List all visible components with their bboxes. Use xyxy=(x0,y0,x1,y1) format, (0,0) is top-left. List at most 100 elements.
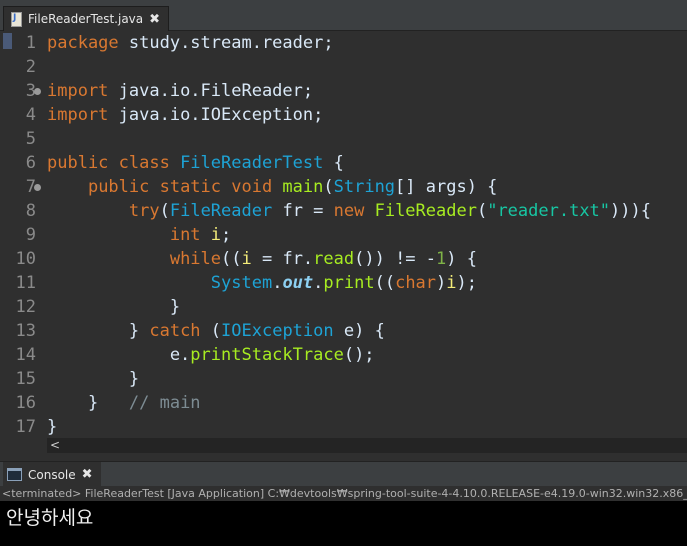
code-text: package study.stream.reader; xyxy=(47,31,334,55)
scroll-left-icon[interactable]: < xyxy=(50,438,60,453)
code-line: 16 } // main xyxy=(0,391,687,415)
code-line: 8 try(FileReader fr = new FileReader("re… xyxy=(0,199,687,223)
code-editor[interactable]: 1 package study.stream.reader; 2 3 import ja… xyxy=(0,31,687,438)
code-token: e) { xyxy=(333,321,385,341)
code-line: 17} xyxy=(0,415,687,438)
code-text: } catch (IOException e) { xyxy=(47,319,385,343)
code-text: int i; xyxy=(47,223,231,247)
code-token: char xyxy=(395,273,437,293)
fold-icon[interactable] xyxy=(34,88,41,95)
code-line: 9 int i; xyxy=(0,223,687,247)
code-token: try xyxy=(128,201,160,221)
line-number: 1 xyxy=(25,33,36,53)
code-token: 1 xyxy=(436,249,447,269)
tab-label: FileReaderTest.java xyxy=(28,12,144,26)
code-token: read xyxy=(313,249,355,269)
line-number: 8 xyxy=(25,201,36,221)
console-output-text: 안녕하세요 xyxy=(6,507,94,529)
line-number: 10 xyxy=(15,249,36,269)
code-token: String xyxy=(333,177,396,197)
console-tab-label: Console xyxy=(28,467,76,482)
code-text: } // main xyxy=(47,391,201,415)
code-token: . xyxy=(272,273,283,293)
console-status: <terminated> FileReaderTest [Java Applic… xyxy=(0,486,687,501)
console-output[interactable]: 안녕하세요 xyxy=(0,501,687,546)
code-token: e. xyxy=(47,345,191,365)
line-number: 9 xyxy=(25,225,36,245)
line-number: 13 xyxy=(15,321,36,341)
line-number: 17 xyxy=(15,417,36,437)
code-text: public static void main(String[] args) { xyxy=(47,175,497,199)
line-number: 15 xyxy=(15,369,36,389)
close-icon[interactable]: ✖ xyxy=(149,12,160,27)
line-number: 5 xyxy=(25,129,36,149)
code-token: ) { xyxy=(446,249,477,269)
line-number: 16 xyxy=(15,393,36,413)
code-token: public class xyxy=(47,153,181,173)
code-token: FileReader xyxy=(169,201,273,221)
code-text: try(FileReader fr = new FileReader("read… xyxy=(47,199,651,223)
console-tab-bar: Console ✖ xyxy=(0,461,687,487)
code-token: } xyxy=(47,321,150,341)
code-token: (); xyxy=(343,345,375,365)
code-token: import xyxy=(47,81,109,101)
code-token: FileReaderTest xyxy=(180,153,324,173)
code-text: e.printStackTrace(); xyxy=(47,343,375,367)
code-token: } xyxy=(47,417,58,437)
code-line: 13 } catch (IOException e) { xyxy=(0,319,687,343)
code-token: (( xyxy=(374,273,396,293)
code-token: main xyxy=(282,177,324,197)
code-line: 11 System.out.print((char)i); xyxy=(0,271,687,295)
code-line: 15 } xyxy=(0,367,687,391)
code-token: import xyxy=(47,105,109,125)
code-token: } xyxy=(47,297,181,317)
code-text: } xyxy=(47,415,57,438)
code-text: public class FileReaderTest { xyxy=(47,151,344,175)
code-text: import java.io.FileReader; xyxy=(47,79,313,103)
code-line: 5 xyxy=(0,127,687,151)
code-token: System xyxy=(210,273,273,293)
code-text: } xyxy=(47,367,139,391)
code-token: = fr. xyxy=(251,249,314,269)
tab-filereadertest[interactable]: FileReaderTest.java ✖ xyxy=(3,6,170,31)
code-token: ) xyxy=(436,273,447,293)
fold-icon[interactable] xyxy=(34,184,41,191)
code-token: i xyxy=(446,273,457,293)
code-token: public static void xyxy=(87,177,283,197)
code-token: ( xyxy=(323,177,334,197)
code-token: i xyxy=(210,225,222,245)
tab-console[interactable]: Console ✖ xyxy=(3,462,101,487)
code-token: ()) != - xyxy=(354,249,437,269)
code-line: 14 e.printStackTrace(); xyxy=(0,343,687,367)
code-line: 10 while((i = fr.read()) != -1) { xyxy=(0,247,687,271)
code-token: ( xyxy=(476,201,488,221)
code-token: ))){ xyxy=(610,201,651,221)
console-icon xyxy=(7,468,22,481)
horizontal-scrollbar[interactable]: < xyxy=(47,438,687,453)
code-line: 2 xyxy=(0,55,687,79)
line-number: 14 xyxy=(15,345,36,365)
code-token: (( xyxy=(221,249,242,269)
code-token: fr = xyxy=(272,201,334,221)
code-text: System.out.print((char)i); xyxy=(47,271,477,295)
code-line: 6 public class FileReaderTest { xyxy=(0,151,687,175)
code-line: 4 import java.io.IOException; xyxy=(0,103,687,127)
code-token: { xyxy=(323,153,344,173)
line-number: 3 xyxy=(25,81,36,101)
editor-tab-bar: FileReaderTest.java ✖ xyxy=(0,0,687,31)
code-token: ; xyxy=(221,225,232,245)
code-token: FileReader xyxy=(374,201,477,221)
line-number: 7 xyxy=(25,177,36,197)
code-token: int xyxy=(169,225,211,245)
code-token: // main xyxy=(128,393,201,413)
java-file-icon xyxy=(10,12,22,27)
code-token: } xyxy=(47,369,140,389)
close-icon[interactable]: ✖ xyxy=(82,467,93,482)
code-line: 12 } xyxy=(0,295,687,319)
code-token: [] xyxy=(395,177,426,197)
code-token: } xyxy=(47,393,129,413)
